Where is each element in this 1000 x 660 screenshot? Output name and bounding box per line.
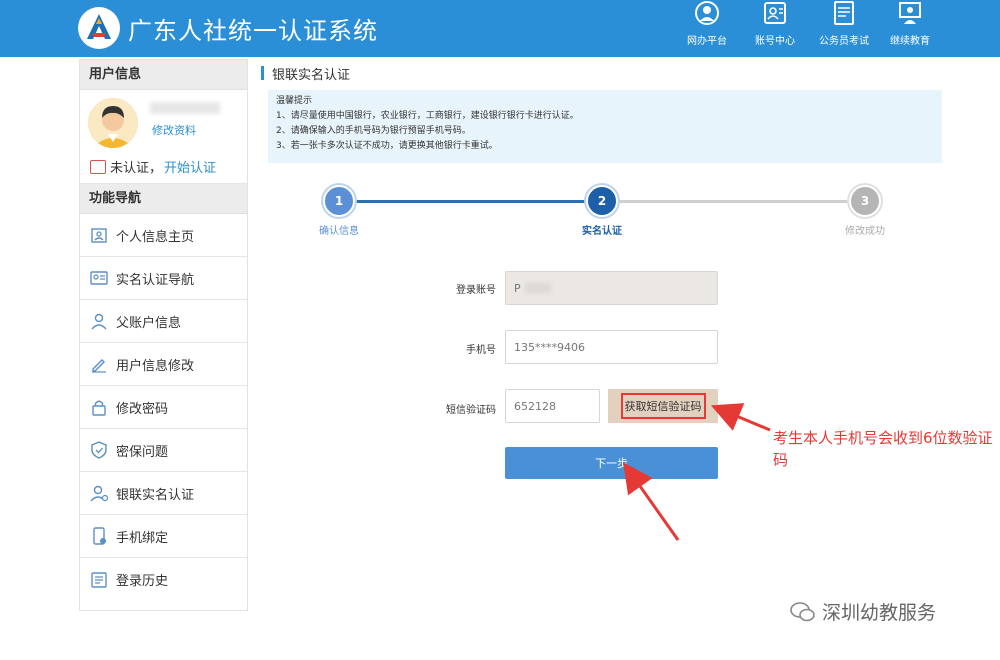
wechat-icon xyxy=(790,601,816,623)
arrow-to-sms-button xyxy=(710,403,771,432)
annotation-arrows xyxy=(623,403,771,541)
watermark: 深圳幼教服务 xyxy=(790,598,936,625)
annotation-text: 考生本人手机号会收到6位数验证码 xyxy=(773,429,993,469)
watermark-text: 深圳幼教服务 xyxy=(822,602,937,624)
arrow-to-next-button xyxy=(623,462,680,541)
